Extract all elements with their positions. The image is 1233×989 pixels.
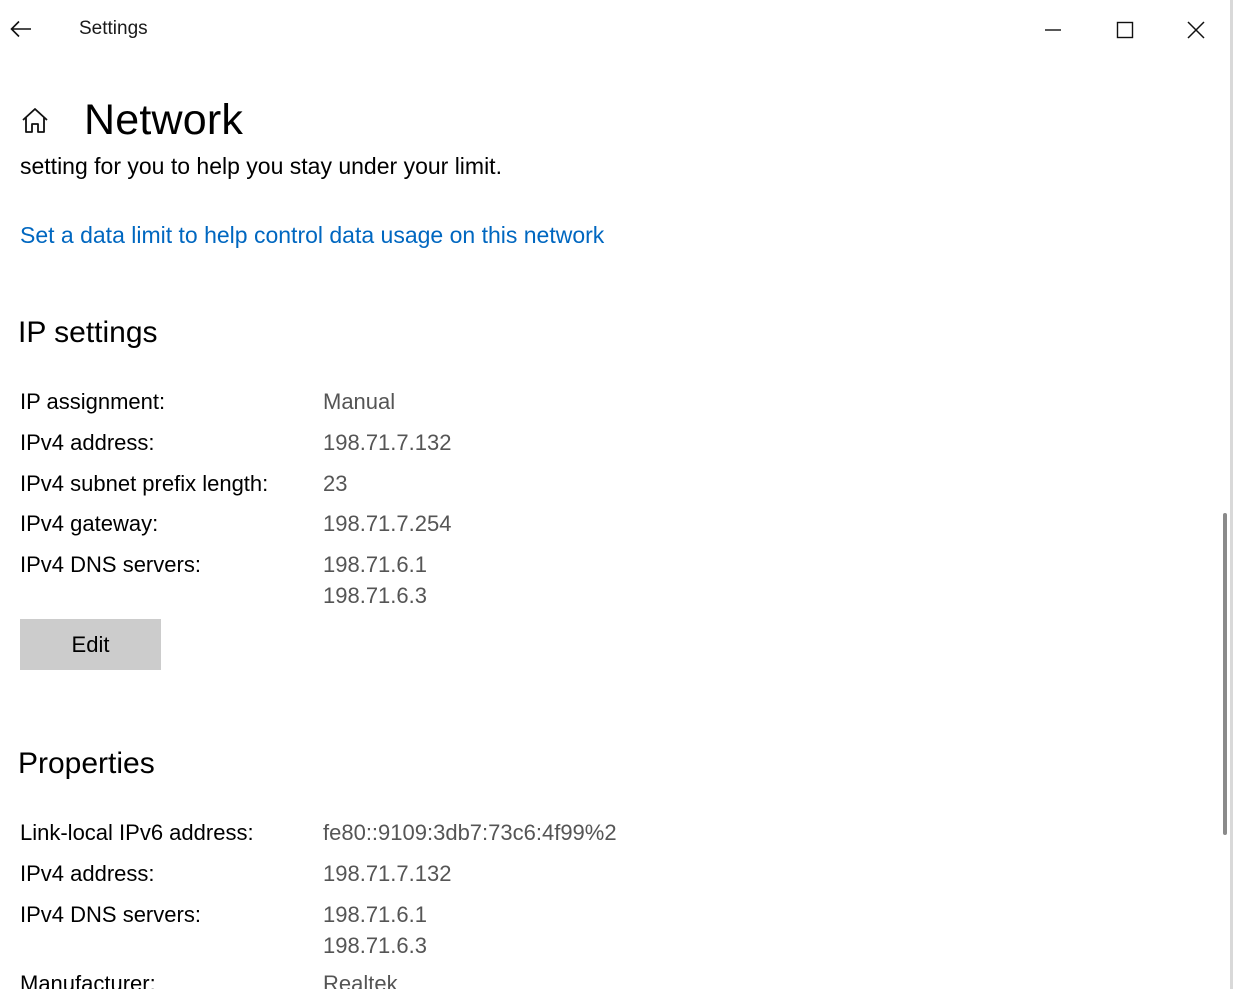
ip-assignment-label: IP assignment: <box>20 389 166 414</box>
ipv4-dns-value-primary: 198.71.6.1 <box>323 552 427 577</box>
ipv4-address-label: IPv4 address: <box>20 430 155 455</box>
edit-ip-settings-button[interactable]: Edit <box>20 619 161 670</box>
ipv4-subnet-prefix-label: IPv4 subnet prefix length: <box>20 471 269 496</box>
vertical-scrollbar-thumb[interactable] <box>1223 513 1227 835</box>
ipv4-gateway-label: IPv4 gateway: <box>20 511 159 536</box>
page-header: Network <box>18 92 243 148</box>
manufacturer-label: Manufacturer: <box>20 971 156 989</box>
close-icon <box>1187 21 1205 39</box>
prop-ipv4-address-value: 198.71.7.132 <box>323 861 452 886</box>
home-icon[interactable] <box>18 103 52 137</box>
ipv4-subnet-prefix-value: 23 <box>323 471 348 496</box>
manufacturer-value: Realtek <box>323 971 398 989</box>
data-limit-description: setting for you to help you stay under y… <box>20 153 502 179</box>
ipv4-address-value: 198.71.7.132 <box>323 430 452 455</box>
minimize-icon <box>1045 29 1061 31</box>
ipv4-dns-label: IPv4 DNS servers: <box>20 552 201 577</box>
page-title: Network <box>84 95 244 144</box>
link-local-ipv6-label: Link-local IPv6 address: <box>20 820 254 845</box>
ip-settings-heading: IP settings <box>18 316 158 349</box>
prop-ipv4-dns-label: IPv4 DNS servers: <box>20 902 201 927</box>
properties-heading: Properties <box>18 747 155 780</box>
prop-ipv4-dns-value-secondary: 198.71.6.3 <box>323 933 427 958</box>
arrow-left-icon <box>10 20 31 38</box>
minimize-button[interactable] <box>1031 10 1075 50</box>
settings-window: Settings Network setting for you to help… <box>0 0 1233 989</box>
maximize-button[interactable] <box>1103 10 1147 50</box>
ipv4-gateway-value: 198.71.7.254 <box>323 511 452 536</box>
link-local-ipv6-value: fe80::9109:3db7:73c6:4f99%2 <box>323 820 617 845</box>
prop-ipv4-dns-value-primary: 198.71.6.1 <box>323 902 427 927</box>
window-title: Settings <box>79 18 148 39</box>
ipv4-dns-value-secondary: 198.71.6.3 <box>323 583 427 608</box>
ip-assignment-value: Manual <box>323 389 396 414</box>
set-data-limit-link[interactable]: Set a data limit to help control data us… <box>20 222 604 249</box>
close-button[interactable] <box>1174 10 1218 50</box>
prop-ipv4-address-label: IPv4 address: <box>20 861 155 886</box>
maximize-icon <box>1116 21 1134 39</box>
back-button[interactable] <box>4 12 38 46</box>
title-bar: Settings <box>0 0 1230 60</box>
